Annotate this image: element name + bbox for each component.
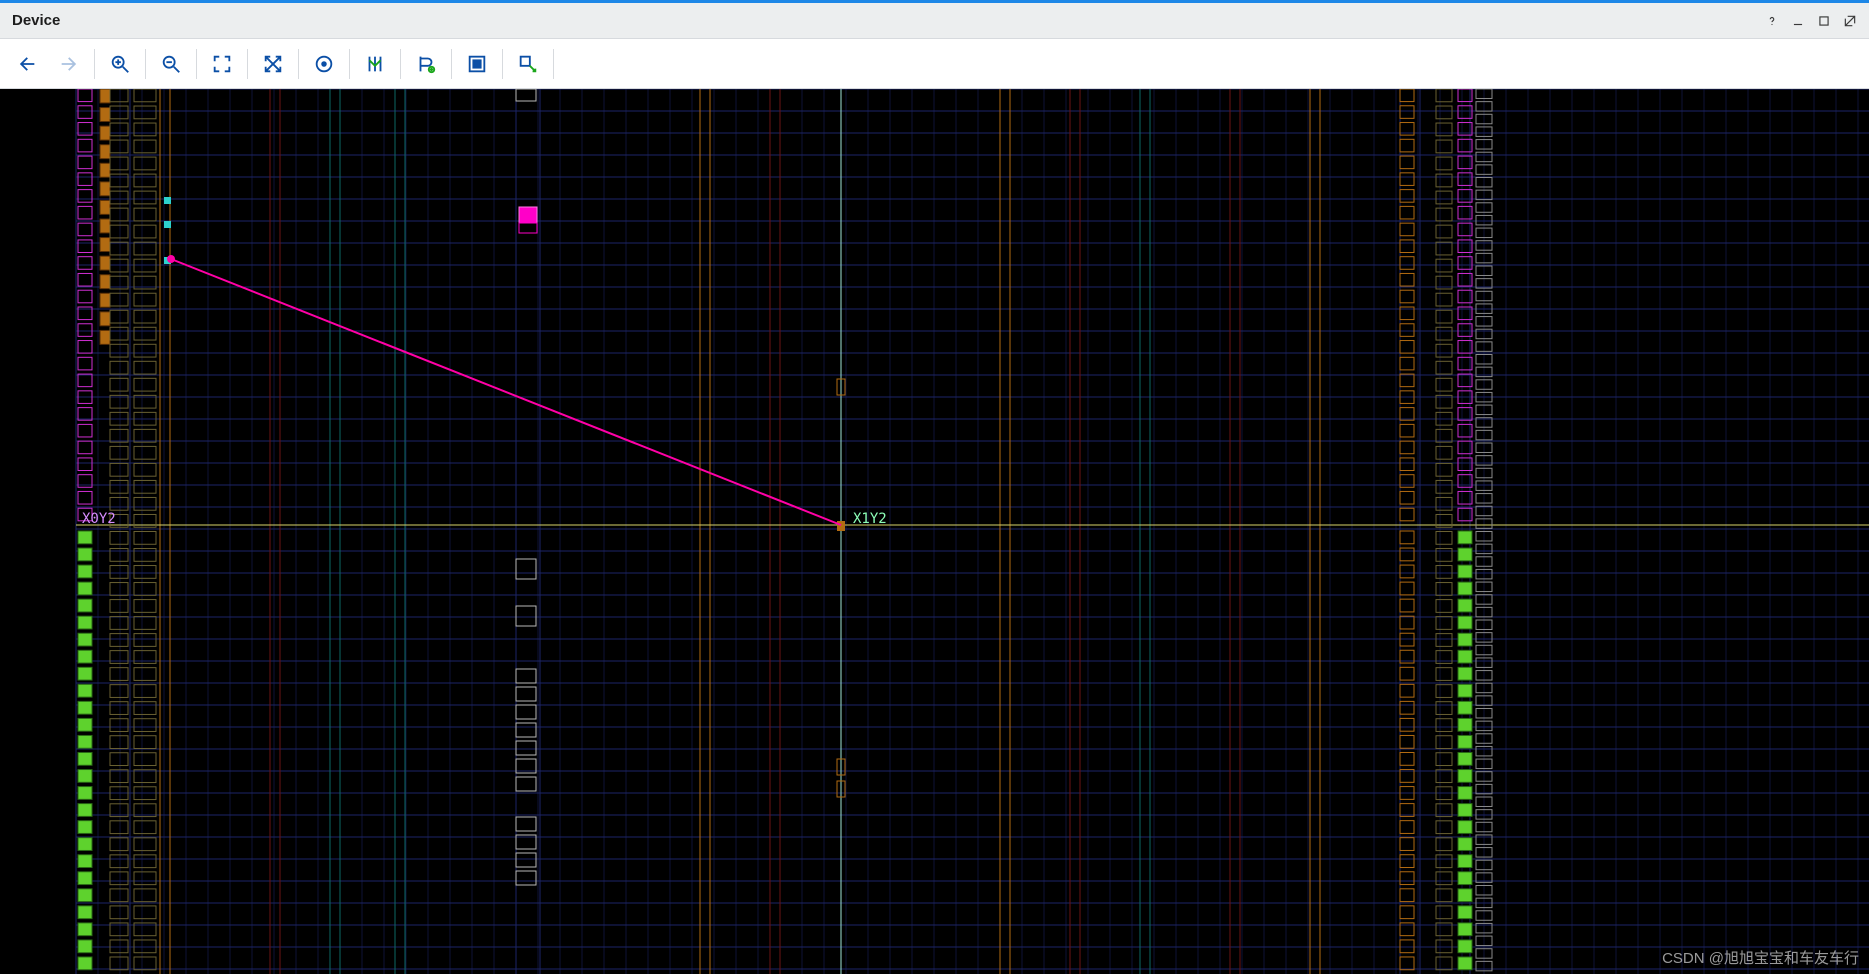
title-bar: Device: [0, 3, 1869, 39]
zoom-fit-icon: [211, 53, 233, 75]
minimize-button[interactable]: [1785, 8, 1811, 34]
popout-icon: [1843, 14, 1857, 28]
place-cells-icon: [415, 53, 437, 75]
zoom-in-icon: [109, 53, 131, 75]
toolbar: [0, 39, 1869, 89]
zoom-out-icon: [160, 53, 182, 75]
auto-fit-icon: [313, 53, 335, 75]
help-icon: [1765, 14, 1779, 28]
highlight-box-icon: [466, 53, 488, 75]
window-title: Device: [12, 12, 60, 29]
zoom-area-icon: [262, 53, 284, 75]
maximize-icon: [1817, 14, 1831, 28]
zoom-fit-button[interactable]: [201, 43, 243, 85]
device-window: Device: [0, 0, 1869, 974]
routing-resources-icon: [364, 53, 386, 75]
device-canvas[interactable]: [0, 89, 1869, 974]
highlight-button[interactable]: [456, 43, 498, 85]
nav-back-button[interactable]: [6, 43, 48, 85]
forward-arrow-icon: [58, 53, 80, 75]
place-button[interactable]: [405, 43, 447, 85]
restore-button[interactable]: [1837, 8, 1863, 34]
io-planning-icon: [517, 53, 539, 75]
maximize-button[interactable]: [1811, 8, 1837, 34]
back-arrow-icon: [16, 53, 38, 75]
device-view[interactable]: X0Y2 X1Y2 CSDN @旭旭宝宝和车友车行: [0, 89, 1869, 974]
minimize-icon: [1791, 14, 1805, 28]
routing-button[interactable]: [354, 43, 396, 85]
help-button[interactable]: [1759, 8, 1785, 34]
zoom-in-button[interactable]: [99, 43, 141, 85]
nav-forward-button[interactable]: [48, 43, 90, 85]
io-planning-button[interactable]: [507, 43, 549, 85]
auto-fit-button[interactable]: [303, 43, 345, 85]
zoom-out-button[interactable]: [150, 43, 192, 85]
zoom-area-button[interactable]: [252, 43, 294, 85]
